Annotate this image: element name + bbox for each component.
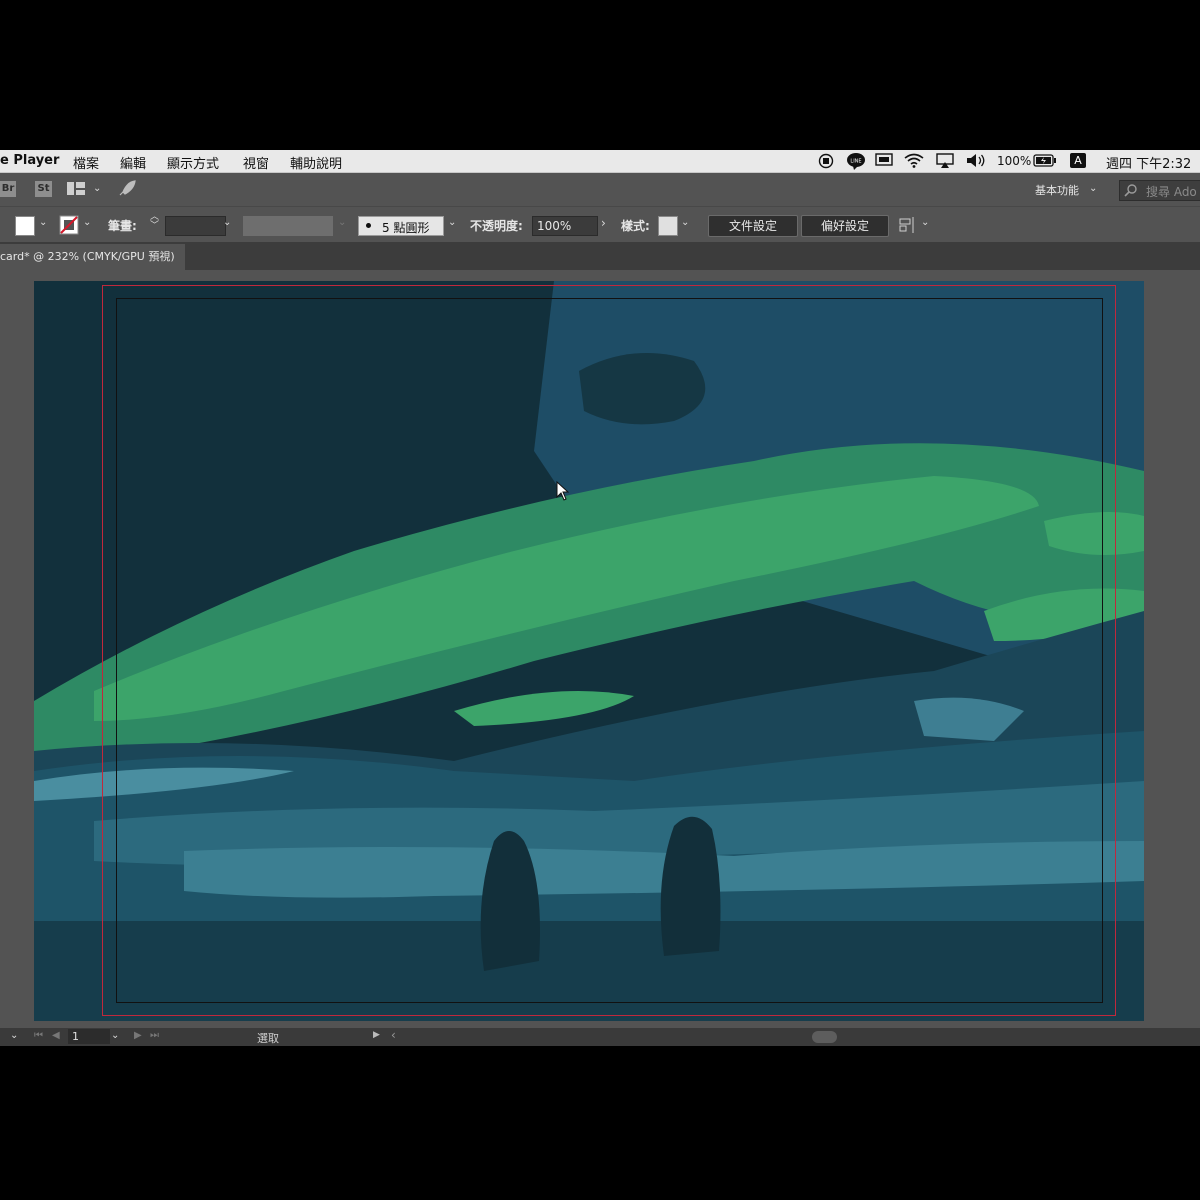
- chevron-down-icon[interactable]: ⌄: [921, 217, 929, 228]
- chevron-down-icon[interactable]: ⌄: [223, 217, 231, 228]
- preferences-button[interactable]: 偏好設定: [801, 215, 889, 237]
- opacity-field[interactable]: 100%: [532, 216, 598, 236]
- workspace-layout-icon[interactable]: [67, 182, 85, 196]
- chevron-down-icon[interactable]: ⌄: [448, 217, 456, 228]
- variable-width-profile[interactable]: [243, 216, 333, 236]
- aurora-illustration: [34, 281, 1144, 1021]
- horizontal-scroll-thumb[interactable]: [812, 1031, 837, 1043]
- menu-help[interactable]: 輔助說明: [290, 153, 342, 172]
- stroke-none-swatch[interactable]: [59, 215, 79, 235]
- menu-view[interactable]: 顯示方式: [167, 153, 219, 172]
- chevron-down-icon[interactable]: ⌄: [10, 1030, 18, 1041]
- brush-label: 5 點圓形: [382, 221, 430, 235]
- style-label: 樣式:: [621, 219, 650, 233]
- application-bar: Br St ⌄ 基本功能 ⌄ 搜尋 Ado: [0, 173, 1200, 206]
- battery-icon[interactable]: [1033, 154, 1057, 167]
- chevron-down-icon[interactable]: ⌄: [83, 217, 91, 228]
- clock[interactable]: 週四 下午2:32: [1106, 153, 1191, 172]
- volume-icon[interactable]: [966, 153, 986, 168]
- search-field[interactable]: 搜尋 Ado: [1119, 180, 1200, 201]
- stroke-stepper[interactable]: ︿ ﹀: [150, 213, 159, 231]
- brush-definition[interactable]: 5 點圓形: [358, 216, 444, 236]
- stroke-label: 筆畫:: [108, 219, 137, 233]
- first-artboard-icon[interactable]: ⏮: [34, 1030, 43, 1041]
- chevron-down-icon[interactable]: ⌄: [39, 217, 47, 228]
- bridge-button[interactable]: Br: [0, 181, 16, 197]
- menu-bar: e Player 檔案 編輯 顯示方式 視窗 輔助說明 LINE 100% A …: [0, 150, 1200, 173]
- mouse-cursor-icon: [556, 481, 570, 501]
- style-swatch[interactable]: [658, 216, 678, 236]
- search-placeholder: 搜尋 Ado: [1146, 185, 1197, 199]
- document-tab[interactable]: card* @ 232% (CMYK/GPU 預視): [0, 244, 185, 270]
- menu-file[interactable]: 檔案: [73, 153, 99, 172]
- stock-button[interactable]: St: [35, 181, 52, 197]
- status-menu-arrow-icon[interactable]: ▶: [373, 1030, 380, 1040]
- previous-artboard-icon[interactable]: ◀: [52, 1030, 60, 1041]
- document-setup-button[interactable]: 文件設定: [708, 215, 798, 237]
- workspace-label[interactable]: 基本功能: [1035, 182, 1079, 198]
- artboard-aurora-image[interactable]: [34, 281, 1144, 1021]
- artboard-number-field[interactable]: 1: [68, 1029, 110, 1044]
- brush-dot-icon: [366, 223, 371, 228]
- input-method-indicator[interactable]: A: [1070, 153, 1086, 168]
- opacity-label: 不透明度:: [470, 219, 523, 233]
- scroll-left-icon[interactable]: ‹: [391, 1028, 396, 1042]
- line-app-icon[interactable]: LINE: [846, 152, 866, 170]
- chevron-down-icon[interactable]: ⌄: [1089, 183, 1097, 194]
- chevron-down-icon[interactable]: ⌄: [111, 1030, 119, 1041]
- record-icon[interactable]: [818, 153, 834, 169]
- align-icon[interactable]: [899, 217, 917, 233]
- menu-window[interactable]: 視窗: [243, 153, 269, 172]
- wifi-icon[interactable]: [904, 153, 924, 168]
- menu-edit[interactable]: 編輯: [120, 153, 146, 172]
- rocket-icon[interactable]: [117, 180, 137, 198]
- stroke-weight-field[interactable]: [165, 216, 226, 236]
- current-tool-label: 選取: [257, 1032, 279, 1045]
- next-artboard-icon[interactable]: ▶: [134, 1030, 142, 1041]
- chevron-down-icon[interactable]: ⌄: [681, 217, 689, 228]
- last-artboard-icon[interactable]: ⏭: [150, 1030, 159, 1041]
- chevron-right-icon[interactable]: ›: [601, 216, 606, 230]
- app-menu[interactable]: e Player: [0, 153, 59, 168]
- chevron-down-icon[interactable]: ⌄: [93, 183, 101, 194]
- status-bar: ⌄ ⏮ ◀ 1 ⌄ ▶ ⏭ 選取 ▶ ‹: [0, 1028, 1200, 1046]
- chevron-down-icon: ⌄: [338, 217, 347, 228]
- airplay-icon[interactable]: [936, 153, 954, 169]
- svg-text:LINE: LINE: [850, 159, 861, 165]
- search-icon: [1124, 184, 1137, 197]
- fill-swatch[interactable]: [15, 216, 35, 236]
- battery-percent: 100%: [997, 154, 1032, 168]
- control-bar: ⌄ ⌄ 筆畫: ︿ ﹀ ⌄ ⌄ 5 點圓形 ⌄ 不透明度: 100% › 樣式: …: [0, 206, 1200, 243]
- display-icon[interactable]: [875, 153, 893, 168]
